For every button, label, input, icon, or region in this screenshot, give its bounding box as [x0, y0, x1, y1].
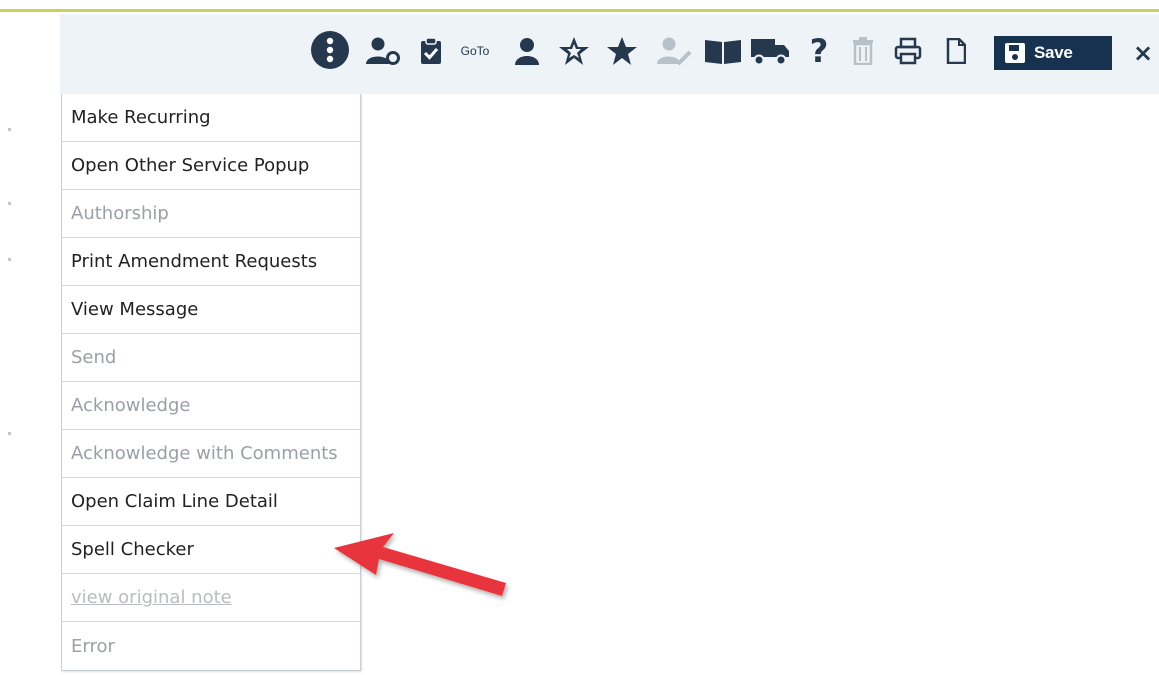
user-icon[interactable] — [512, 34, 542, 68]
close-icon[interactable]: × — [1130, 38, 1156, 68]
menu-item-authorship: Authorship — [62, 190, 360, 238]
save-label: Save — [1034, 43, 1073, 62]
menu-item-acknowledge: Acknowledge — [62, 382, 360, 430]
star-outline-icon[interactable] — [557, 34, 591, 68]
goto-label: GoTo — [460, 44, 490, 58]
menu-item-view-message[interactable]: View Message — [62, 286, 360, 334]
menu-item-open-claim-line-detail[interactable]: Open Claim Line Detail — [62, 478, 360, 526]
user-settings-icon[interactable] — [364, 34, 402, 68]
background-mark — [8, 202, 11, 205]
background-mark — [8, 432, 11, 435]
menu-item-send: Send — [62, 334, 360, 382]
menu-item-open-other-service-popup[interactable]: Open Other Service Popup — [62, 142, 360, 190]
goto-icon[interactable]: GoTo — [455, 34, 495, 68]
menu-item-acknowledge-with-comments: Acknowledge with Comments — [62, 430, 360, 478]
background-mark — [8, 128, 11, 131]
print-icon[interactable] — [893, 34, 923, 68]
background-mark — [8, 258, 11, 261]
help-icon[interactable]: ? — [806, 32, 832, 70]
truck-icon[interactable] — [749, 34, 791, 68]
star-icon[interactable] — [605, 34, 639, 68]
menu-item-spell-checker[interactable]: Spell Checker — [62, 526, 360, 574]
document-icon[interactable] — [945, 34, 967, 68]
annotation-arrow-icon — [334, 533, 506, 596]
menu-item-print-amendment-requests[interactable]: Print Amendment Requests — [62, 238, 360, 286]
clipboard-check-icon[interactable] — [418, 34, 444, 68]
trash-icon — [850, 34, 876, 68]
menu-item-view-original-note: view original note — [62, 574, 360, 622]
book-icon[interactable] — [703, 34, 743, 68]
menu-item-make-recurring[interactable]: Make Recurring — [62, 94, 360, 142]
save-button[interactable]: Save — [994, 36, 1112, 70]
more-options-menu: Make Recurring Open Other Service Popup … — [61, 94, 361, 671]
more-vertical-icon[interactable] — [310, 30, 350, 70]
user-edit-icon — [656, 34, 692, 68]
top-accent-bar — [0, 0, 1159, 12]
menu-item-error: Error — [71, 635, 115, 657]
floppy-disk-icon — [1005, 43, 1025, 63]
